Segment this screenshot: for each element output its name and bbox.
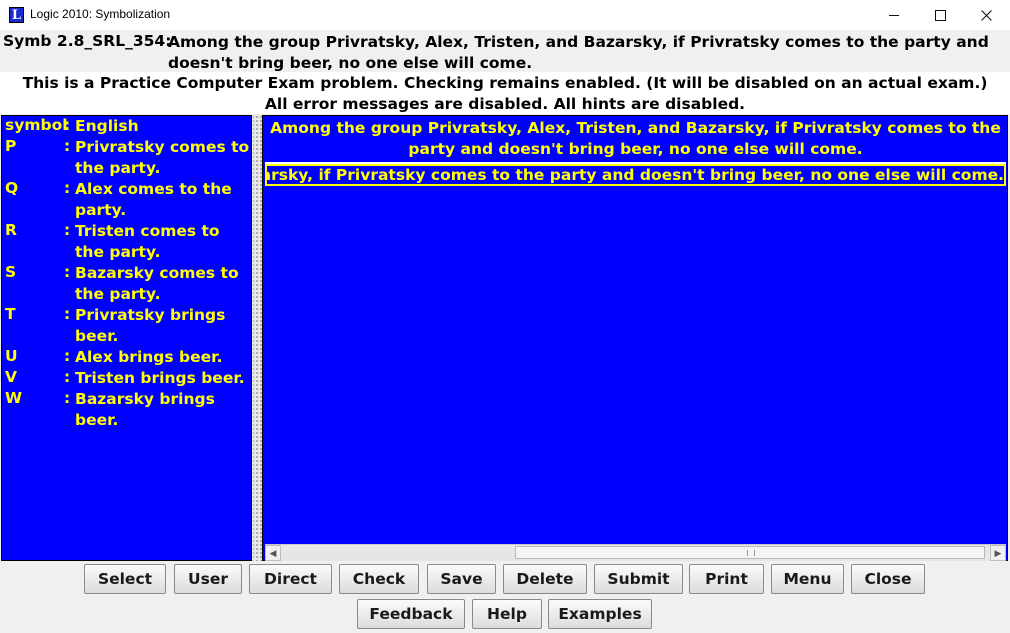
scrollbar-thumb[interactable] bbox=[515, 546, 985, 559]
feedback-button[interactable]: Feedback bbox=[357, 599, 465, 629]
legend-english: Tristen brings beer. bbox=[75, 369, 245, 387]
direct-button[interactable]: Direct bbox=[249, 564, 332, 594]
close-button[interactable]: Close bbox=[851, 564, 925, 594]
legend-symbol: P bbox=[5, 137, 17, 155]
legend-symbol: U bbox=[5, 347, 18, 365]
symbolization-input-value: nd Bazarsky, if Privratsky comes to the … bbox=[265, 166, 1004, 184]
maximize-button[interactable] bbox=[917, 0, 963, 30]
legend-colon: : bbox=[64, 389, 71, 407]
legend-english: Tristen comes to the party. bbox=[75, 222, 220, 261]
legend-colon: : bbox=[64, 116, 71, 134]
legend-symbol: T bbox=[5, 305, 16, 323]
submit-button[interactable]: Submit bbox=[594, 564, 683, 594]
legend-english: Bazarsky brings beer. bbox=[75, 390, 215, 429]
symbol-legend: symbol : English P : Privratsky comes to… bbox=[1, 115, 252, 561]
legend-english: Alex brings beer. bbox=[75, 348, 223, 366]
select-button[interactable]: Select bbox=[84, 564, 166, 594]
legend-header-english: English bbox=[75, 117, 139, 135]
window-title: Logic 2010: Symbolization bbox=[30, 7, 171, 21]
problem-header: Symb 2.8_SRL_354: Among the group Privra… bbox=[0, 30, 1010, 72]
legend-symbol: R bbox=[5, 221, 17, 239]
legend-symbol: Q bbox=[5, 179, 19, 197]
check-button[interactable]: Check bbox=[339, 564, 419, 594]
legend-english: Alex comes to the party. bbox=[75, 180, 232, 219]
legend-colon: : bbox=[64, 221, 71, 239]
horizontal-scrollbar[interactable]: ◀ ▶ bbox=[265, 544, 1006, 561]
notice-text: This is a Practice Computer Exam problem… bbox=[22, 74, 988, 113]
panel-splitter[interactable] bbox=[253, 115, 262, 561]
close-icon bbox=[980, 9, 992, 21]
legend-english: Bazarsky comes to the party. bbox=[75, 264, 239, 303]
symbolization-input[interactable]: nd Bazarsky, if Privratsky comes to the … bbox=[265, 164, 1006, 186]
scroll-left-icon[interactable]: ◀ bbox=[265, 545, 281, 561]
grip-icon bbox=[747, 550, 755, 556]
legend-symbol: V bbox=[5, 368, 17, 386]
legend-colon: : bbox=[64, 305, 71, 323]
legend-colon: : bbox=[64, 347, 71, 365]
legend-english: Privratsky brings beer. bbox=[75, 306, 226, 345]
scroll-right-icon[interactable]: ▶ bbox=[990, 545, 1006, 561]
exam-notice: This is a Practice Computer Exam problem… bbox=[0, 72, 1010, 114]
maximize-icon bbox=[934, 9, 946, 21]
minimize-button[interactable] bbox=[871, 0, 917, 30]
delete-button[interactable]: Delete bbox=[503, 564, 587, 594]
help-button[interactable]: Help bbox=[472, 599, 542, 629]
legend-colon: : bbox=[64, 179, 71, 197]
save-button[interactable]: Save bbox=[427, 564, 496, 594]
legend-english: Privratsky comes to the party. bbox=[75, 138, 250, 177]
app-logo-icon: L bbox=[9, 7, 24, 23]
title-bar: L Logic 2010: Symbolization bbox=[0, 0, 1010, 30]
symbolization-panel: Among the group Privratsky, Alex, Triste… bbox=[262, 115, 1008, 561]
problem-id: Symb 2.8_SRL_354: bbox=[3, 32, 172, 50]
problem-text: Among the group Privratsky, Alex, Triste… bbox=[168, 33, 989, 72]
legend-header-symbol: symbol bbox=[5, 116, 68, 134]
user-button[interactable]: User bbox=[174, 564, 242, 594]
legend-symbol: S bbox=[5, 263, 17, 281]
legend-colon: : bbox=[64, 263, 71, 281]
legend-symbol: W bbox=[5, 389, 23, 407]
examples-button[interactable]: Examples bbox=[548, 599, 652, 629]
minimize-icon bbox=[889, 14, 899, 16]
english-sentence: Among the group Privratsky, Alex, Triste… bbox=[265, 118, 1006, 164]
menu-button[interactable]: Menu bbox=[771, 564, 844, 594]
legend-colon: : bbox=[64, 368, 71, 386]
print-button[interactable]: Print bbox=[689, 564, 764, 594]
legend-colon: : bbox=[64, 137, 71, 155]
close-window-button[interactable] bbox=[963, 0, 1009, 30]
